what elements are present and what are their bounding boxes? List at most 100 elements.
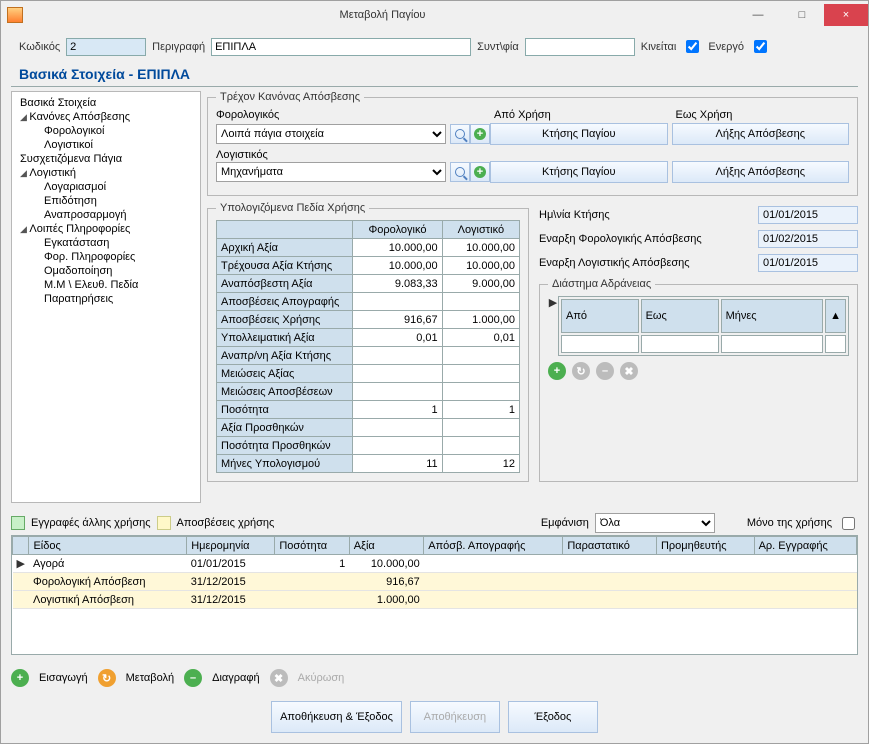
delete-icon[interactable]: – (184, 669, 202, 687)
tax-rule-add-button[interactable]: + (470, 124, 490, 144)
calc-row-label: Μήνες Υπολογισμού (217, 455, 353, 473)
tree-rules-tax[interactable]: Φορολογικοί (14, 124, 198, 138)
grid-h-aposv[interactable]: Απόσβ. Απογραφής (424, 537, 563, 555)
exit-button[interactable]: Έξοδος (508, 701, 598, 733)
minimize-button[interactable]: — (736, 4, 780, 26)
idle-fieldset: Διάστημα Αδράνειας ▶ Από Εως Μήνες ▲ (539, 278, 858, 482)
calc-cell-tax: 10.000,00 (353, 257, 442, 275)
mono-checkbox[interactable] (842, 517, 855, 530)
tree-notes[interactable]: Παρατηρήσεις (14, 292, 198, 306)
tax-rule-search-button[interactable] (450, 124, 470, 144)
idle-scrollbar[interactable]: ▲ (825, 299, 846, 333)
tree-taxinfo[interactable]: Φορ. Πληροφορίες (14, 250, 198, 264)
date-ktisis-label: Ημ\νία Κτήσης (539, 209, 750, 221)
calc-cell-acc: 1.000,00 (442, 311, 519, 329)
calc-cell-acc (442, 419, 519, 437)
grid-h-entryno[interactable]: Αρ. Εγγραφής (754, 537, 856, 555)
idle-grid[interactable]: Από Εως Μήνες ▲ (558, 296, 849, 356)
grid-h-date[interactable]: Ημερομηνία (187, 537, 275, 555)
tree-group[interactable]: Ομαδοποίηση (14, 264, 198, 278)
kodikos-input[interactable] (66, 38, 146, 56)
calc-cell-tax: 9.083,33 (353, 275, 442, 293)
cancel-label: Ακύρωση (298, 672, 345, 684)
kineitai-checkbox[interactable] (686, 40, 699, 53)
tree-other[interactable]: Λοιπές Πληροφορίες (14, 222, 198, 236)
date-accstart-input[interactable] (758, 254, 858, 272)
window-title: Μεταβολή Παγίου (29, 9, 736, 21)
tree-readjust[interactable]: Αναπροσαρμογή (14, 208, 198, 222)
save-exit-button[interactable]: Αποθήκευση & Έξοδος (271, 701, 402, 733)
idle-refresh-button[interactable]: ↻ (572, 362, 590, 380)
grid-h-eidos[interactable]: Είδος (29, 537, 187, 555)
date-taxstart-input[interactable] (758, 230, 858, 248)
tree-basic[interactable]: Βασικά Στοιχεία (14, 96, 198, 110)
close-button[interactable]: × (824, 4, 868, 26)
kineitai-label: Κινείται (641, 41, 677, 53)
grid-h-doc[interactable]: Παραστατικό (563, 537, 657, 555)
calc-cell-tax (353, 437, 442, 455)
calc-fieldset: Υπολογιζόμενα Πεδία Χρήσης Φορολογικό Λο… (207, 202, 529, 482)
tree-subsidy[interactable]: Επιδότηση (14, 194, 198, 208)
insert-label[interactable]: Εισαγωγή (39, 672, 88, 684)
tree-rules[interactable]: Κανόνες Απόσβεσης (14, 110, 198, 124)
modify-icon[interactable]: ↻ (98, 669, 116, 687)
tree-install[interactable]: Εγκατάσταση (14, 236, 198, 250)
calc-cell-tax: 10.000,00 (353, 239, 442, 257)
acc-rule-search-button[interactable] (450, 162, 470, 182)
date-ktisis-input[interactable] (758, 206, 858, 224)
table-row[interactable]: Φορολογική Απόσβεση31/12/2015916,67 (13, 573, 857, 591)
modify-label[interactable]: Μεταβολή (126, 672, 174, 684)
calc-row-label: Αποσβέσεις Απογραφής (217, 293, 353, 311)
grid-h-qty[interactable]: Ποσότητα (275, 537, 349, 555)
rules-eos-label: Εως Χρήση (672, 109, 850, 121)
tree-mm[interactable]: Μ.Μ \ Ελευθ. Πεδία (14, 278, 198, 292)
tax-to-button[interactable]: Λήξης Απόσβεσης (672, 123, 850, 145)
idle-add-button[interactable]: + (548, 362, 566, 380)
acc-from-button[interactable]: Κτήσης Παγίου (490, 161, 668, 183)
syntfia-input[interactable] (525, 38, 635, 56)
idle-legend: Διάστημα Αδράνειας (548, 278, 655, 290)
tree-rules-acc[interactable]: Λογιστικοί (14, 138, 198, 152)
tax-from-button[interactable]: Κτήσης Παγίου (490, 123, 668, 145)
rules-fieldset: Τρέχον Κανόνας Απόσβεσης Φορολογικός Από… (207, 91, 858, 196)
tree-accounts[interactable]: Λογαριασμοί (14, 180, 198, 194)
calc-row-label: Αναπρ/νη Αξία Κτήσης (217, 347, 353, 365)
delete-label[interactable]: Διαγραφή (212, 672, 260, 684)
tree-accounting[interactable]: Λογιστική (14, 166, 198, 180)
tree-related[interactable]: Συσχετιζόμενα Πάγια (14, 152, 198, 166)
entries-grid[interactable]: Είδος Ημερομηνία Ποσότητα Αξία Απόσβ. Απ… (11, 535, 858, 655)
calc-cell-tax (353, 293, 442, 311)
row-actions: + Εισαγωγή ↻ Μεταβολή –Διαγραφή ✖ Ακύρωση (1, 661, 868, 695)
grid-h-supplier[interactable]: Προμηθευτής (656, 537, 754, 555)
rules-log-label: Λογιστικός (216, 149, 849, 161)
idle-delete-button[interactable]: ✖ (620, 362, 638, 380)
acc-to-button[interactable]: Λήξης Απόσβεσης (672, 161, 850, 183)
insert-icon[interactable]: + (11, 669, 29, 687)
calc-cell-tax: 11 (353, 455, 442, 473)
energo-checkbox[interactable] (754, 40, 767, 53)
calc-row-label: Αξία Προσθηκών (217, 419, 353, 437)
calc-cell-tax (353, 419, 442, 437)
calc-cell-acc: 10.000,00 (442, 257, 519, 275)
legend-apo: Αποσβέσεις χρήσης (177, 517, 275, 529)
emfanisi-select[interactable]: Όλα (595, 513, 715, 533)
calc-cell-acc (442, 383, 519, 401)
table-row[interactable]: Λογιστική Απόσβεση31/12/20151.000,00 (13, 591, 857, 609)
idle-remove-button[interactable]: – (596, 362, 614, 380)
grid-h-value[interactable]: Αξία (349, 537, 424, 555)
cancel-icon: ✖ (270, 669, 288, 687)
calc-row-label: Αποσβέσεις Χρήσης (217, 311, 353, 329)
rules-apo-label: Από Χρήση (490, 109, 668, 121)
calc-cell-tax: 916,67 (353, 311, 442, 329)
acc-rule-select[interactable]: Μηχανήματα (216, 162, 446, 182)
calc-cell-tax: 0,01 (353, 329, 442, 347)
perigrafi-input[interactable] (211, 38, 471, 56)
maximize-button[interactable]: □ (780, 4, 824, 26)
rules-legend: Τρέχον Κανόνας Απόσβεσης (216, 91, 364, 103)
nav-tree[interactable]: Βασικά Στοιχεία Κανόνες Απόσβεσης Φορολο… (11, 91, 201, 503)
table-row[interactable]: ▶Αγορά01/01/2015110.000,00 (13, 555, 857, 573)
tax-rule-select[interactable]: Λοιπά πάγια στοιχεία (216, 124, 446, 144)
date-accstart-label: Εναρξη Λογιστικής Απόσβεσης (539, 257, 750, 269)
acc-rule-add-button[interactable]: + (470, 162, 490, 182)
calc-cell-tax (353, 365, 442, 383)
